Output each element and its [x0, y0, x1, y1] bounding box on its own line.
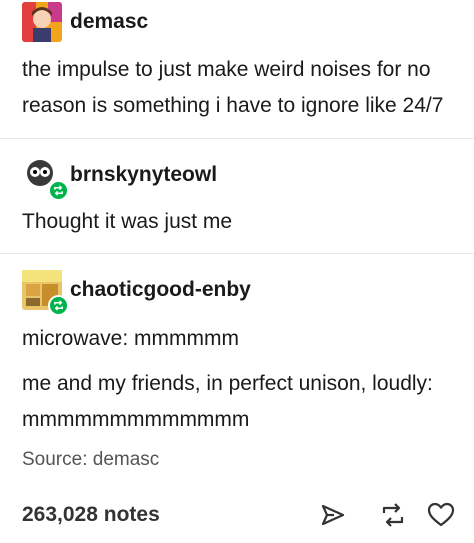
share-icon[interactable] [318, 500, 348, 530]
post-divider [0, 138, 474, 139]
post-author-demasc: demasc [22, 2, 148, 42]
post-body-chaoticgood-enby-2: me and my friends, in perfect unison, lo… [22, 366, 433, 438]
post-body-line: Thought it was just me [22, 210, 233, 233]
post-body-demasc: the impulse to just make weird noises fo… [22, 52, 443, 124]
post-body-chaoticgood-enby: microwave: mmmmmm [22, 321, 239, 357]
post-body-line: microwave: mmmmmm [22, 327, 239, 350]
avatar-brnskynyteowl[interactable] [22, 155, 69, 201]
username-chaoticgood-enby[interactable]: chaoticgood-enby [70, 278, 251, 302]
post-body-line: reason is something i have to ignore lik… [22, 94, 444, 117]
post-body-line: me and my friends, in perfect unison, lo… [22, 372, 433, 395]
post-body-line: mmmmmmmmmmmmm [22, 408, 250, 431]
avatar-chaoticgood-enby[interactable] [22, 270, 69, 316]
avatar-demasc[interactable] [22, 2, 62, 42]
username-brnskynyteowl[interactable]: brnskynyteowl [70, 163, 217, 187]
post-divider [0, 253, 474, 254]
source-link[interactable]: Source: demasc [22, 449, 159, 471]
heart-icon[interactable] [426, 500, 456, 530]
post-author-brnskynyteowl: brnskynyteowl [22, 155, 217, 201]
post-body-brnskynyteowl: Thought it was just me [22, 204, 232, 240]
post-body-line: the impulse to just make weird noises fo… [22, 58, 431, 81]
notes-count[interactable]: 263,028 notes [22, 503, 160, 527]
reblog-badge-icon [48, 295, 69, 316]
username-demasc[interactable]: demasc [70, 10, 148, 34]
post-author-chaoticgood-enby: chaoticgood-enby [22, 270, 251, 316]
reblog-badge-icon [48, 180, 69, 201]
reblog-icon[interactable] [378, 500, 408, 530]
